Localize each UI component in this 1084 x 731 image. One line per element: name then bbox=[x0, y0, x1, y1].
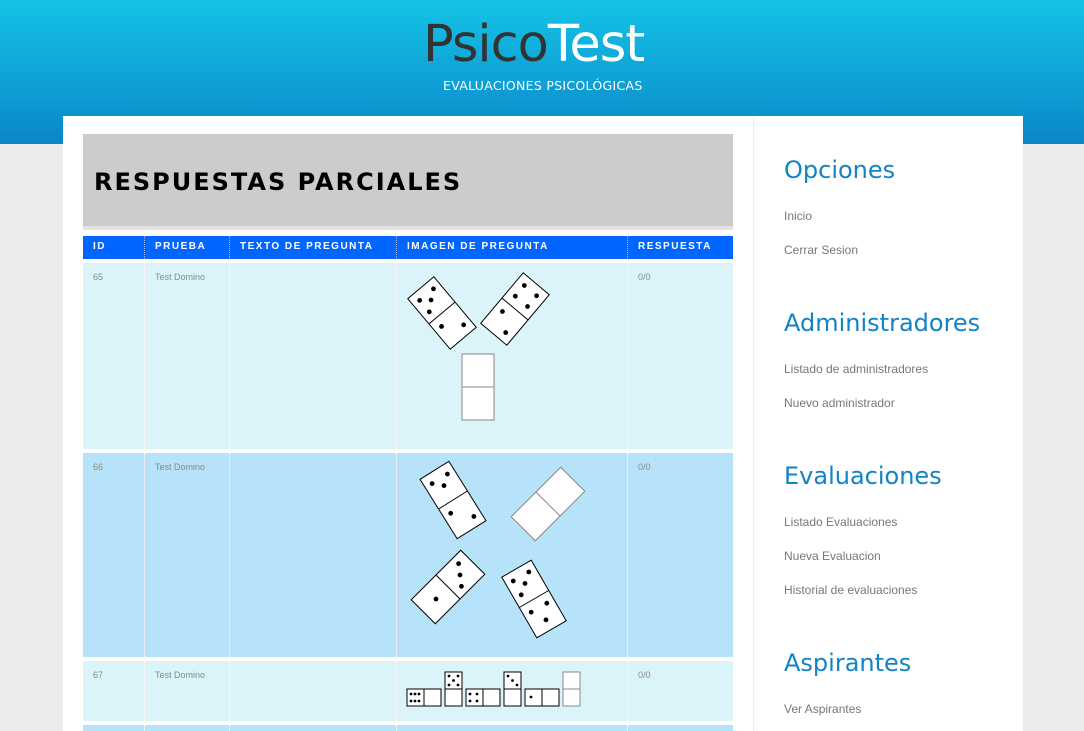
sidebar: Opciones Inicio Cerrar Sesion Administra… bbox=[753, 116, 1023, 731]
sidebar-link-listado-administradores[interactable]: Listado de administradores bbox=[784, 362, 928, 376]
domino-puzzle-image bbox=[406, 671, 581, 707]
column-header-texto: TEXTO DE PREGUNTA bbox=[230, 236, 397, 259]
logo-text-psico: Psico bbox=[423, 15, 549, 74]
cell-respuesta: 0/0 bbox=[638, 462, 651, 472]
page-container: RESPUESTAS PARCIALES ID PRUEBA TEXTO DE … bbox=[63, 116, 1023, 731]
column-header-respuesta: RESPUESTA bbox=[638, 241, 712, 252]
page-title-box: RESPUESTAS PARCIALES bbox=[83, 134, 733, 230]
table-header: ID PRUEBA TEXTO DE PREGUNTA IMAGEN DE PR… bbox=[83, 236, 733, 259]
table-row bbox=[83, 721, 733, 731]
domino-puzzle-image bbox=[410, 460, 586, 639]
sidebar-link-nuevo-administrador[interactable]: Nuevo administrador bbox=[784, 396, 895, 410]
cell-id: 66 bbox=[83, 453, 145, 657]
main-content: RESPUESTAS PARCIALES ID PRUEBA TEXTO DE … bbox=[83, 134, 733, 731]
sidebar-link-listado-evaluaciones[interactable]: Listado Evaluaciones bbox=[784, 515, 897, 529]
table-row: 67 Test Domino 0/0 bbox=[83, 657, 733, 721]
cell-imagen bbox=[397, 453, 628, 657]
site-logo[interactable]: PsicoTest bbox=[423, 19, 645, 70]
table-row: 66 Test Domino 0/0 bbox=[83, 449, 733, 657]
cell-prueba: Test Domino bbox=[145, 263, 230, 449]
column-header-prueba: PRUEBA bbox=[145, 236, 230, 259]
cell-texto bbox=[230, 661, 397, 721]
column-header-imagen: IMAGEN DE PREGUNTA bbox=[397, 236, 628, 259]
sidebar-link-ver-aspirantes[interactable]: Ver Aspirantes bbox=[784, 702, 861, 716]
responses-table: ID PRUEBA TEXTO DE PREGUNTA IMAGEN DE PR… bbox=[83, 236, 733, 731]
cell-respuesta: 0/0 bbox=[638, 272, 651, 282]
sidebar-link-nueva-evaluacion[interactable]: Nueva Evaluacion bbox=[784, 549, 881, 563]
column-header-id: ID bbox=[83, 236, 145, 259]
domino-puzzle-image bbox=[407, 272, 550, 421]
cell-prueba: Test Domino bbox=[145, 661, 230, 721]
cell-respuesta: 0/0 bbox=[638, 670, 651, 680]
sidebar-link-historial-evaluaciones[interactable]: Historial de evaluaciones bbox=[784, 583, 917, 597]
page-title: RESPUESTAS PARCIALES bbox=[94, 168, 463, 196]
table-row: 65 Test Domino 0/0 bbox=[83, 259, 733, 449]
cell-id: 65 bbox=[83, 263, 145, 449]
site-tagline: EVALUACIONES PSICOLÓGICAS bbox=[443, 78, 643, 93]
cell-imagen bbox=[397, 661, 628, 721]
sidebar-heading-opciones: Opciones bbox=[784, 156, 896, 184]
sidebar-heading-administradores: Administradores bbox=[784, 309, 981, 337]
sidebar-link-inicio[interactable]: Inicio bbox=[784, 209, 812, 223]
sidebar-heading-evaluaciones: Evaluaciones bbox=[784, 462, 942, 490]
cell-id: 67 bbox=[83, 661, 145, 721]
cell-prueba: Test Domino bbox=[145, 453, 230, 657]
sidebar-link-cerrar-sesion[interactable]: Cerrar Sesion bbox=[784, 243, 858, 257]
sidebar-heading-aspirantes: Aspirantes bbox=[784, 649, 912, 677]
cell-imagen bbox=[397, 263, 628, 449]
cell-texto bbox=[230, 263, 397, 449]
logo-text-test: Test bbox=[547, 15, 645, 74]
cell-texto bbox=[230, 453, 397, 657]
